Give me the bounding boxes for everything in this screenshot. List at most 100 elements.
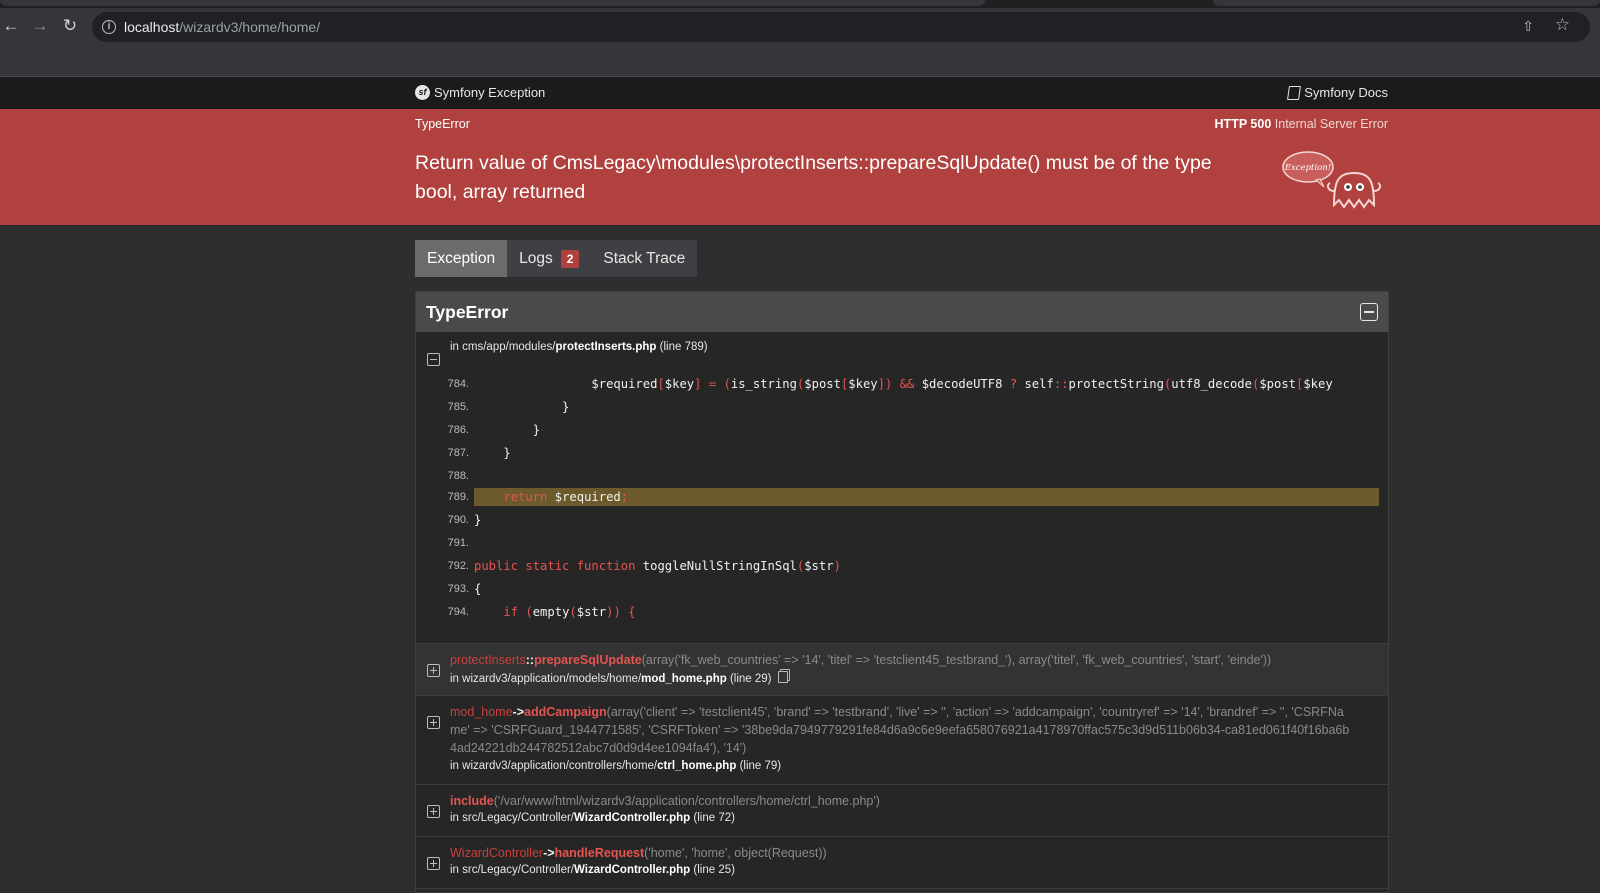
frame-class: mod_home — [450, 705, 513, 719]
http-status: HTTP 500 Internal Server Error — [1215, 117, 1388, 131]
line-number: 792. — [447, 560, 469, 572]
tab-logs[interactable]: Logs 2 — [507, 240, 591, 277]
browser-tab[interactable] — [0, 0, 985, 6]
bookmark-star-icon[interactable]: ☆ — [1555, 15, 1570, 35]
line-number: 789. — [447, 491, 469, 503]
line-number: 790. — [447, 514, 469, 526]
line-number: 784. — [447, 378, 469, 390]
exception-message: Return value of CmsLegacy\modules\protec… — [415, 152, 1212, 203]
file-name: mod_home.php — [641, 673, 727, 685]
forward-icon[interactable]: → — [30, 16, 50, 36]
expand-frame-icon[interactable] — [427, 664, 440, 677]
code-text: if (empty($str)) { — [503, 605, 636, 619]
docs-label: Symfony Docs — [1304, 85, 1388, 100]
logs-count-badge: 2 — [560, 249, 580, 268]
symfony-logo-icon: sf — [415, 85, 430, 100]
url-host: localhost — [124, 19, 180, 35]
file-name: WizardController.php — [574, 864, 691, 876]
frame-call: WizardController->handleRequest('home', … — [450, 844, 827, 862]
file-line: (line 79) — [739, 760, 782, 772]
trace-frame-expanded: in cms/app/modules/protectInserts.php (l… — [416, 332, 1388, 644]
collapse-frame-icon[interactable] — [427, 353, 440, 366]
code-text: } — [474, 400, 570, 414]
frame-location: in wizardv3/application/models/home/mod_… — [450, 671, 788, 685]
line-number: 786. — [447, 424, 469, 436]
collapse-all-icon[interactable] — [1360, 303, 1378, 321]
code-line: 785. } — [416, 397, 1388, 417]
frame-function: prepareSqlUpdate — [534, 653, 642, 667]
browser-tab[interactable] — [1213, 0, 1600, 6]
code-line: 792. public static function toggleNullStr… — [416, 556, 1388, 576]
frame-location: in src/Legacy/Controller/WizardControlle… — [450, 812, 735, 824]
exception-class: TypeError — [415, 117, 470, 131]
copy-path-icon[interactable] — [777, 671, 788, 683]
browser-tab-strip — [0, 0, 1600, 8]
expand-frame-icon[interactable] — [427, 716, 440, 729]
code-text: $required[$key] = (is_string($post[$key]… — [591, 377, 1333, 391]
code-line: 790.} — [416, 510, 1388, 530]
share-icon[interactable]: ⇧ — [1522, 18, 1534, 35]
frame-function: addCampaign — [524, 705, 607, 719]
book-icon — [1287, 85, 1302, 100]
trace-panel-header: TypeError — [416, 292, 1388, 332]
frame-call: mod_home->addCampaign(array('client' => … — [450, 703, 1350, 757]
back-icon[interactable]: ← — [1, 16, 21, 36]
code-line: 793. { — [416, 579, 1388, 599]
frame-separator: :: — [525, 653, 535, 667]
line-number: 791. — [447, 537, 469, 549]
browser-toolbar: ← → ↻ i localhost/wizardv3/home/home/ ⇧ … — [0, 8, 1600, 44]
address-bar[interactable]: i localhost/wizardv3/home/home/ ⇧ ☆ — [92, 12, 1590, 42]
site-info-icon[interactable]: i — [102, 20, 116, 34]
file-line: (line 29) — [729, 673, 772, 685]
tab-label: Logs — [519, 250, 553, 267]
file-name: ctrl_home.php — [657, 760, 737, 772]
tab-bar: Exception Logs 2 Stack Trace — [415, 240, 698, 277]
trace-title: TypeError — [426, 302, 509, 322]
expand-frame-icon[interactable] — [427, 857, 440, 870]
code-text: public static function toggleNullStringI… — [474, 559, 841, 573]
tab-stack-trace[interactable]: Stack Trace — [591, 240, 697, 277]
frame-args: ('/var/www/html/wizardv3/application/con… — [493, 794, 880, 808]
file-dir: src/Legacy/Controller/ — [462, 812, 575, 824]
code-text: } — [474, 513, 482, 527]
status-code: HTTP 500 — [1214, 117, 1272, 131]
code-line: 788. — [416, 466, 1388, 486]
symfony-header: sf Symfony Exception Symfony Docs — [0, 77, 1600, 109]
file-line: (line 72) — [693, 812, 735, 824]
code-text: } — [474, 423, 541, 437]
file-dir: wizardv3/application/models/home/ — [462, 673, 642, 685]
frame-call: protectInserts::prepareSqlUpdate(array('… — [450, 651, 1370, 669]
expand-frame-icon[interactable] — [427, 805, 440, 818]
trace-frame[interactable]: WizardController->handleRequest('home', … — [416, 837, 1388, 889]
trace-frame[interactable]: protectInserts::prepareSqlUpdate(array('… — [416, 644, 1388, 696]
frame-class: protectInserts — [450, 653, 526, 667]
tab-exception[interactable]: Exception — [415, 240, 508, 277]
trace-frame[interactable]: include('/var/www/html/wizardv3/applicat… — [416, 785, 1388, 837]
line-number: 793. — [447, 583, 469, 595]
frame-location: in src/Legacy/Controller/WizardControlle… — [450, 864, 735, 876]
trace-frame[interactable]: mod_home->addCampaign(array('client' => … — [416, 696, 1388, 785]
line-number: 788. — [447, 470, 469, 482]
frame-class: WizardController — [450, 846, 544, 860]
file-name: WizardController.php — [574, 812, 691, 824]
symfony-docs-link[interactable]: Symfony Docs — [1287, 85, 1388, 100]
code-text: } — [474, 446, 511, 460]
url-text[interactable]: localhost/wizardv3/home/home/ — [124, 19, 320, 35]
location-prefix: in — [450, 341, 463, 353]
brand-label: Symfony Exception — [434, 85, 546, 100]
url-path: /wizardv3/home/home/ — [179, 19, 321, 35]
file-name: protectInserts.php — [555, 341, 657, 353]
reload-icon[interactable]: ↻ — [60, 16, 80, 36]
tab-label: Stack Trace — [603, 250, 686, 267]
line-number: 787. — [447, 447, 469, 459]
frame-separator: -> — [512, 705, 525, 719]
file-dir: cms/app/modules/ — [462, 341, 556, 353]
file-line: (line 25) — [693, 864, 735, 876]
highlighted-code-line: 789. return $required; — [416, 487, 1388, 507]
line-number: 794. — [447, 606, 469, 618]
symfony-brand: sf Symfony Exception — [415, 85, 545, 100]
frame-call: include('/var/www/html/wizardv3/applicat… — [450, 792, 880, 810]
code-line: 787. } — [416, 443, 1388, 463]
file-dir: wizardv3/application/controllers/home/ — [462, 760, 658, 772]
code-line: 794. if (empty($str)) { — [416, 602, 1388, 622]
